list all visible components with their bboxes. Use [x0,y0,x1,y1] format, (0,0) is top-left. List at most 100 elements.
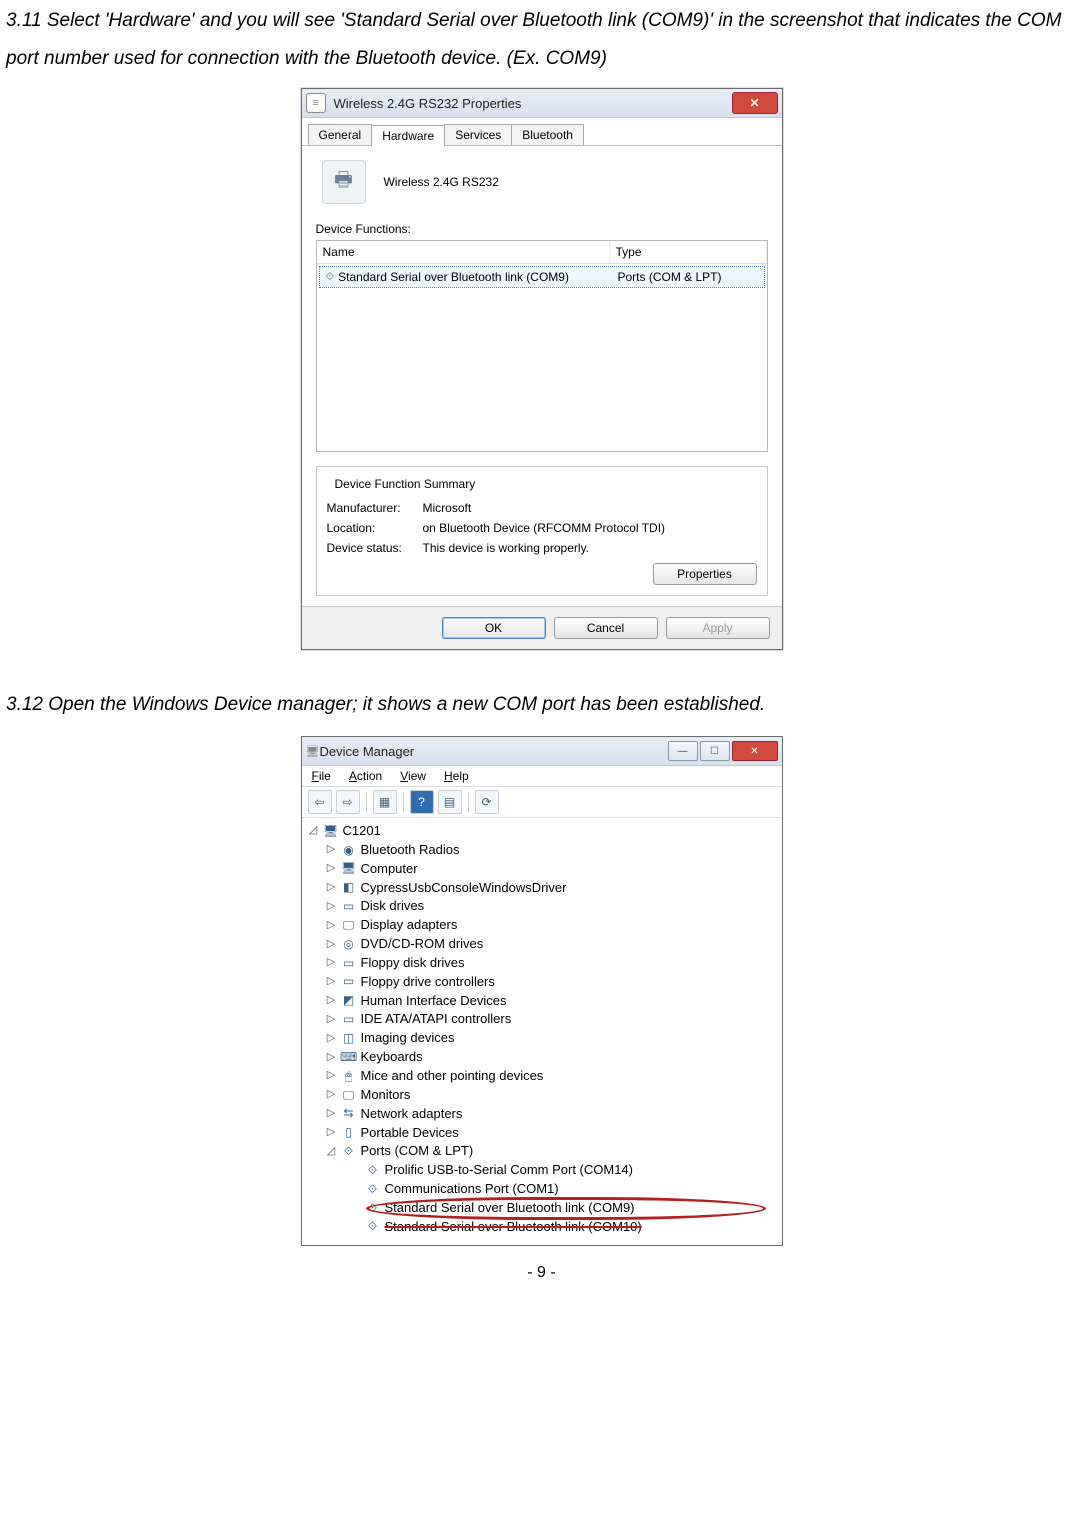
close-button[interactable]: ✕ [732,92,778,114]
toolbar-separator [366,792,367,812]
port-icon: ⟐ [365,1163,381,1179]
port-icon: ⟐ [326,271,335,284]
ok-button[interactable]: OK [442,617,546,639]
tree-item[interactable]: Disk drives [361,897,425,916]
tree-port-item-struck[interactable]: Standard Serial over Bluetooth link (COM… [385,1218,642,1237]
collapse-icon[interactable]: ◿ [326,1144,337,1160]
page-number: - 9 - [0,1264,1083,1282]
computer-category-icon: 🖥 [341,861,357,877]
expand-icon[interactable]: ▷ [326,899,337,915]
tab-general[interactable]: General [308,124,373,145]
cancel-button[interactable]: Cancel [554,617,658,639]
port-icon: ⟐ [365,1200,381,1216]
expand-icon[interactable]: ▷ [326,937,337,953]
monitor-icon: 🖵 [341,1087,357,1103]
tree-item[interactable]: Computer [361,860,418,879]
expand-icon[interactable]: ▷ [326,1031,337,1047]
minimize-button[interactable]: — [668,741,698,761]
tab-services[interactable]: Services [444,124,512,145]
titlebar[interactable]: ≡ Wireless 2.4G RS232 Properties ✕ [302,89,782,118]
scan-toolbar-button[interactable]: ▤ [438,790,462,814]
tree-port-item-highlighted[interactable]: Standard Serial over Bluetooth link (COM… [385,1199,635,1218]
tab-hardware[interactable]: Hardware [371,125,445,146]
row-type: Ports (COM & LPT) [612,267,764,287]
back-button[interactable]: ⇦ [308,790,332,814]
device-icon: 🖶 [322,160,366,204]
collapse-icon[interactable]: ◿ [308,823,319,839]
portable-icon: ▯ [341,1125,357,1141]
device-functions-list[interactable]: Name Type ⟐ Standard Serial over Bluetoo… [316,240,768,452]
tree-item[interactable]: IDE ATA/ATAPI controllers [361,1010,512,1029]
mouse-icon: 🖱 [341,1068,357,1084]
forward-button[interactable]: ⇨ [336,790,360,814]
expand-icon[interactable]: ▷ [326,1125,337,1141]
tree-item[interactable]: Human Interface Devices [361,992,507,1011]
device-function-row[interactable]: ⟐ Standard Serial over Bluetooth link (C… [319,266,765,288]
tree-item[interactable]: Portable Devices [361,1124,459,1143]
tree-item[interactable]: Display adapters [361,916,458,935]
menu-help[interactable]: Help [444,769,469,783]
tree-item[interactable]: Floppy drive controllers [361,973,495,992]
computer-icon: 🖥 [323,823,339,839]
tree-item[interactable]: Floppy disk drives [361,954,465,973]
imaging-icon: ◫ [341,1031,357,1047]
ports-icon: ⟐ [341,1144,357,1160]
menu-view[interactable]: View [400,769,426,783]
expand-icon[interactable]: ▷ [326,1050,337,1066]
properties-button[interactable]: Properties [653,563,757,585]
bluetooth-icon: ◉ [341,842,357,858]
menu-bar: File Action View Help [302,766,782,787]
devmgr-app-icon: 🖥 [306,742,320,760]
tree-port-item[interactable]: Prolific USB-to-Serial Comm Port (COM14) [385,1161,634,1180]
devmgr-titlebar[interactable]: 🖥 Device Manager — ☐ ✕ [302,737,782,766]
hid-icon: ◩ [341,993,357,1009]
display-icon: 🖵 [341,918,357,934]
tree-item[interactable]: Network adapters [361,1105,463,1124]
expand-icon[interactable]: ▷ [326,1068,337,1084]
row-name: Standard Serial over Bluetooth link (COM… [338,270,569,284]
help-toolbar-button[interactable]: ? [410,790,434,814]
toolbar-separator [468,792,469,812]
tree-ports[interactable]: Ports (COM & LPT) [361,1142,474,1161]
expand-icon[interactable]: ▷ [326,993,337,1009]
summary-title: Device Function Summary [331,477,480,491]
device-tree[interactable]: ◿🖥C1201 ▷◉Bluetooth Radios ▷🖥Computer ▷◧… [302,818,782,1245]
expand-icon[interactable]: ▷ [326,880,337,896]
expand-icon[interactable]: ▷ [326,918,337,934]
tab-bluetooth[interactable]: Bluetooth [511,124,584,145]
tree-item[interactable]: Keyboards [361,1048,423,1067]
port-icon: ⟐ [365,1181,381,1197]
expand-icon[interactable]: ▷ [326,1012,337,1028]
menu-file[interactable]: File [312,769,331,783]
update-toolbar-button[interactable]: ⟳ [475,790,499,814]
ide-icon: ▭ [341,1012,357,1028]
devmgr-close-button[interactable]: ✕ [732,741,778,761]
expand-icon[interactable]: ▷ [326,861,337,877]
menu-action[interactable]: Action [349,769,382,783]
col-name-header[interactable]: Name [317,241,610,263]
expand-icon[interactable]: ▷ [326,1087,337,1103]
expand-icon[interactable]: ▷ [326,1106,337,1122]
tree-item[interactable]: Bluetooth Radios [361,841,460,860]
tree-root[interactable]: C1201 [343,822,381,841]
device-function-summary: Device Function Summary Manufacturer: Mi… [316,466,768,596]
window-title: Wireless 2.4G RS232 Properties [334,96,522,111]
properties-dialog: ≡ Wireless 2.4G RS232 Properties ✕ Gener… [301,88,783,650]
apply-button[interactable]: Apply [666,617,770,639]
properties-toolbar-button[interactable]: ▦ [373,790,397,814]
tree-item[interactable]: CypressUsbConsoleWindowsDriver [361,879,567,898]
tree-item[interactable]: Mice and other pointing devices [361,1067,544,1086]
maximize-button[interactable]: ☐ [700,741,730,761]
tree-item[interactable]: Monitors [361,1086,411,1105]
device-manager-window: 🖥 Device Manager — ☐ ✕ File Action View … [301,736,783,1246]
col-type-header[interactable]: Type [610,241,767,263]
expand-icon[interactable]: ▷ [326,842,337,858]
keyboard-icon: ⌨ [341,1050,357,1066]
expand-icon[interactable]: ▷ [326,955,337,971]
expand-icon[interactable]: ▷ [326,974,337,990]
tree-item[interactable]: Imaging devices [361,1029,455,1048]
tree-item[interactable]: DVD/CD-ROM drives [361,935,484,954]
tab-body: 🖶 Wireless 2.4G RS232 Device Functions: … [302,146,782,606]
network-icon: ⇆ [341,1106,357,1122]
port-icon: ⟐ [365,1219,381,1235]
